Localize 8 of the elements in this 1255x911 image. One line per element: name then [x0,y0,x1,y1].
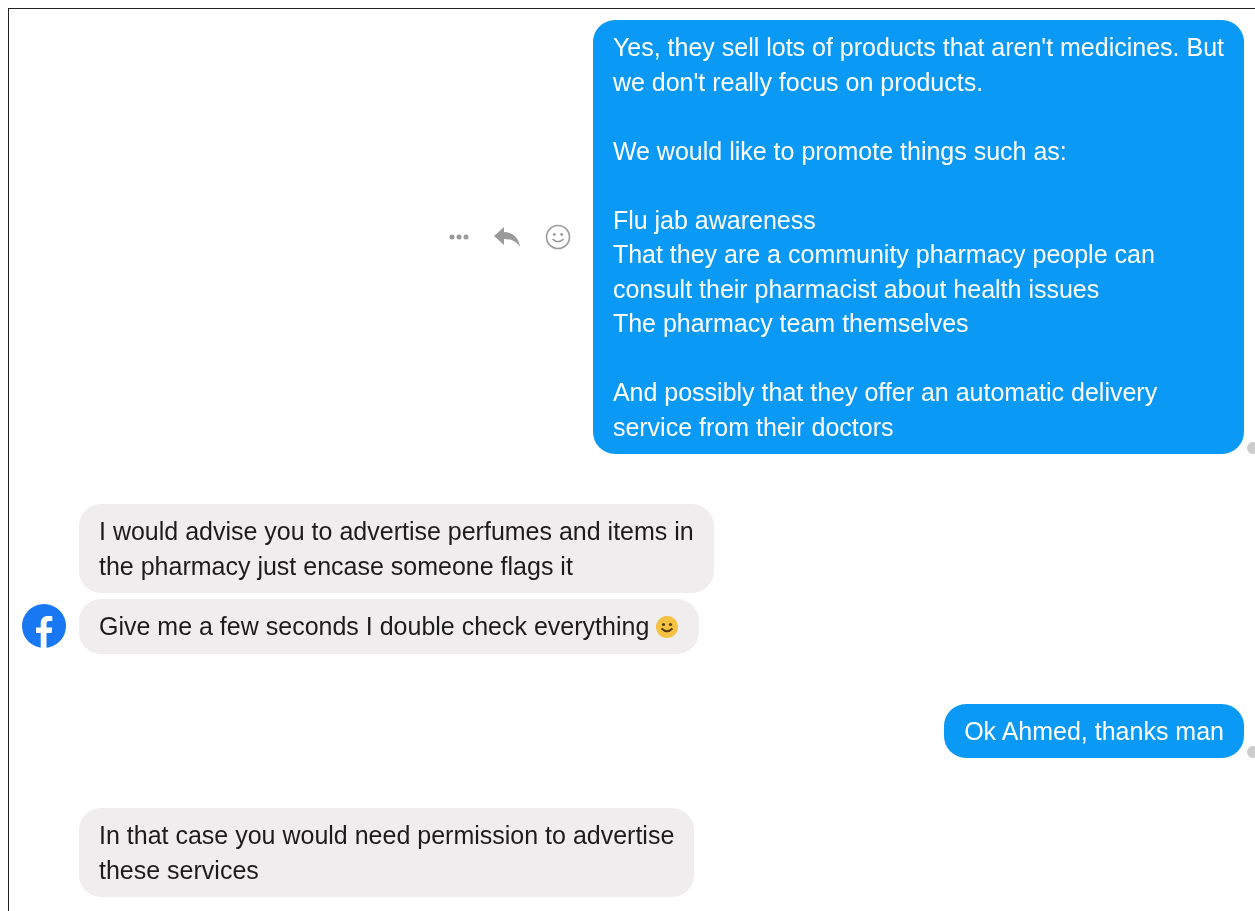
message-bubble: Yes, they sell lots of products that aren't medicines. But we don't really focus on products. We would like to promote things such as: Flu jab awareness That they are a community pharmacy people can consult their pharmacist about health issues The pharmacy team themselves And possibly that they offer an automatic delivery service from their doctors [592,20,1244,454]
smiley-icon[interactable] [544,224,571,250]
message-bubble: Give me a few seconds I double check everything [79,599,700,654]
more-icon[interactable] [448,234,469,240]
message-bubble: In that case you would need permission to advertise these services [79,808,695,897]
message-bubble: I would advise you to advertise perfumes and items in the pharmacy just encase someone flags it [79,504,714,593]
message-bubble: Ok Ahmed, thanks man [944,703,1244,758]
reply-icon[interactable] [492,226,521,248]
